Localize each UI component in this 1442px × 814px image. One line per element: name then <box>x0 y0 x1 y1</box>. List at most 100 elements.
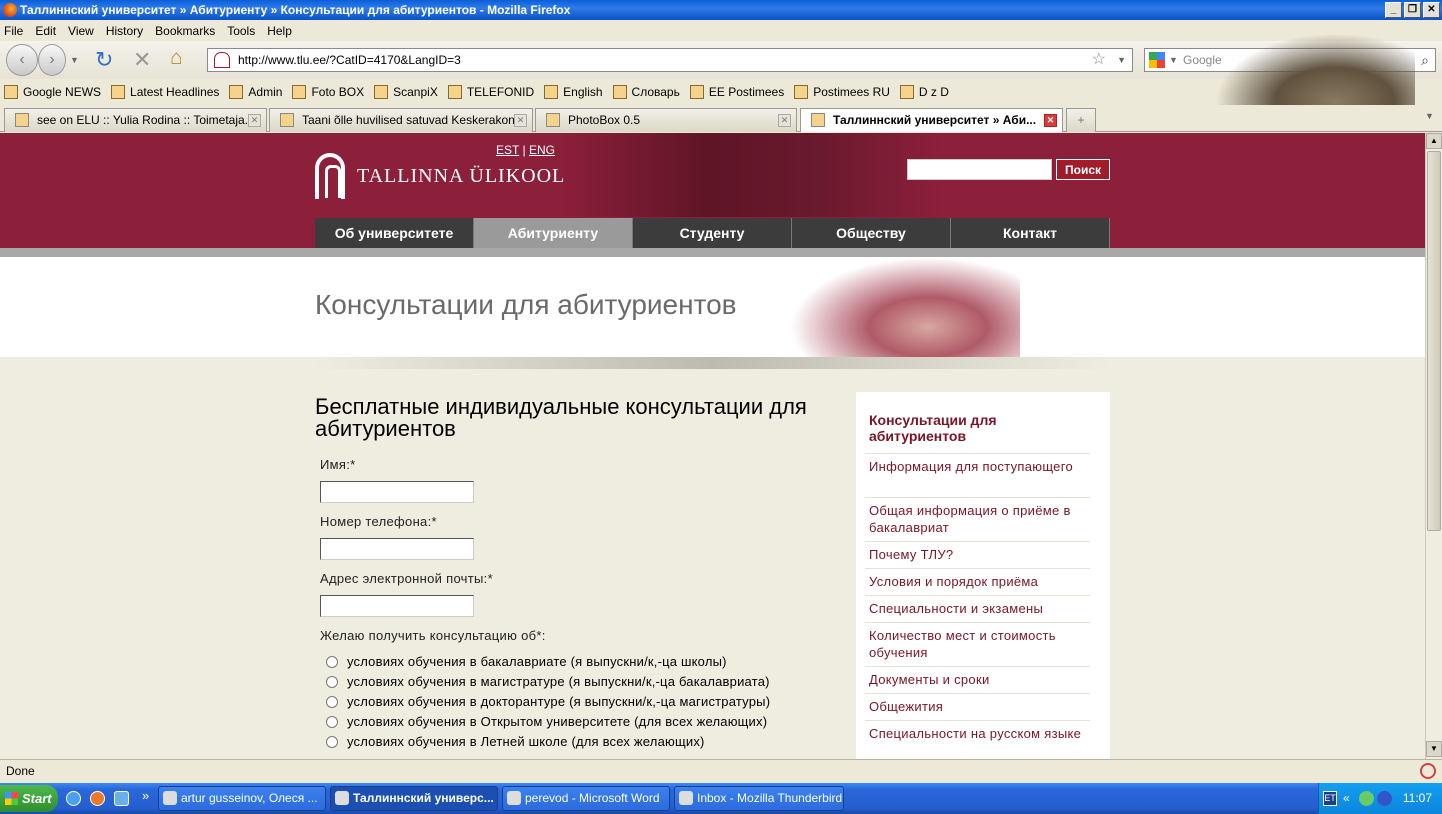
url-dropdown-icon[interactable]: ▼ <box>1117 49 1126 71</box>
phone-input[interactable] <box>320 538 474 560</box>
google-icon[interactable] <box>1149 52 1165 68</box>
name-input[interactable] <box>320 481 474 503</box>
sidebar-item[interactable]: Специальности на русском языке <box>865 720 1090 746</box>
page-viewport: TALLINNA ÜLIKOOL EST | ENG Поиск Об унив… <box>0 133 1425 759</box>
site-search-input[interactable] <box>907 159 1052 180</box>
list-tabs-icon[interactable]: ▼ <box>1425 111 1434 121</box>
close-tab-icon[interactable]: ✕ <box>248 114 261 127</box>
maximize-button[interactable]: ❐ <box>1404 2 1421 18</box>
sidebar-item[interactable]: Общежития <box>865 693 1090 719</box>
search-icon[interactable]: ⌕ <box>1421 49 1429 71</box>
task-firefox[interactable]: Таллиннский универс... <box>330 786 498 811</box>
stop-icon[interactable]: ✕ <box>133 47 151 73</box>
sidebar-item[interactable]: Условия и порядок приёма <box>865 568 1090 594</box>
menu-tools[interactable]: Tools <box>227 24 255 38</box>
vertical-scrollbar[interactable]: ▲ ▼ <box>1425 133 1442 759</box>
tab-taani[interactable]: Taani õlle huvilised satuvad Keskerakon.… <box>269 108 533 132</box>
task-thunderbird[interactable]: Inbox - Mozilla Thunderbird <box>674 786 844 811</box>
site-logo[interactable]: TALLINNA ÜLIKOOL <box>315 153 565 199</box>
bookmark-item[interactable]: Google NEWS <box>4 85 101 99</box>
search-engine-dropdown-icon[interactable]: ▼ <box>1169 49 1178 71</box>
skype-tray-icon[interactable] <box>1359 791 1374 806</box>
tab-elu[interactable]: see on ELU :: Yulia Rodina :: Toimetaja.… <box>4 108 267 132</box>
task-word[interactable]: perevod - Microsoft Word <box>502 786 670 811</box>
back-button[interactable]: ‹ <box>6 44 38 76</box>
option-bachelor[interactable]: условиях обучения в бакалавриате (я выпу… <box>326 654 727 669</box>
sidebar-item[interactable]: Общая информация о приёме в бакалавриат <box>865 497 1090 540</box>
new-tab-button[interactable]: + <box>1066 108 1096 132</box>
history-dropdown-icon[interactable]: ▼ <box>70 55 79 65</box>
language-indicator[interactable]: ET <box>1323 791 1337 806</box>
option-summer-school[interactable]: условиях обучения в Летней школе (для вс… <box>326 734 705 749</box>
banner-photo <box>790 257 1020 357</box>
scroll-thumb[interactable] <box>1427 151 1441 531</box>
option-master[interactable]: условиях обучения в магистратуре (я выпу… <box>326 674 770 689</box>
option-open-university[interactable]: условиях обучения в Открытом университет… <box>326 714 767 729</box>
ie-icon[interactable] <box>66 791 81 806</box>
radio-button[interactable] <box>326 735 338 748</box>
scroll-down-icon[interactable]: ▼ <box>1426 741 1442 757</box>
radio-button[interactable] <box>326 715 338 728</box>
radio-button[interactable] <box>326 675 338 688</box>
home-icon[interactable]: ⌂ <box>170 46 183 70</box>
addon-status-icon[interactable] <box>1420 763 1436 779</box>
quicklaunch-more-icon[interactable]: » <box>142 788 149 803</box>
lang-est-link[interactable]: EST <box>496 143 519 157</box>
close-tab-icon[interactable]: ✕ <box>778 114 791 127</box>
close-tab-icon[interactable]: ✕ <box>514 114 527 127</box>
bookmark-item[interactable]: ScanpiX <box>374 85 438 99</box>
sidebar-item[interactable]: Документы и сроки <box>865 666 1090 692</box>
bookmark-item[interactable]: Словарь <box>612 85 680 99</box>
menu-file[interactable]: File <box>4 24 23 38</box>
sidebar-item[interactable]: Количество мест и стоимость обучения <box>865 622 1090 665</box>
bookmark-item[interactable]: Postimees RU <box>794 85 890 99</box>
tab-photobox[interactable]: PhotoBox 0.5 ✕ <box>535 108 797 132</box>
sidebar-item[interactable]: Почему ТЛУ? <box>865 541 1090 567</box>
nav-society[interactable]: Обществу <box>792 218 951 248</box>
network-tray-icon[interactable] <box>1377 791 1392 806</box>
menu-edit[interactable]: Edit <box>35 24 56 38</box>
tray-expand-icon[interactable]: « <box>1343 783 1350 814</box>
close-tab-icon[interactable]: ✕ <box>1044 114 1057 127</box>
bookmark-item[interactable]: Admin <box>229 85 282 99</box>
bookmark-item[interactable]: Latest Headlines <box>111 85 219 99</box>
firefox-quicklaunch-icon[interactable] <box>90 791 105 806</box>
lang-eng-link[interactable]: ENG <box>529 143 555 157</box>
show-desktop-icon[interactable] <box>114 791 129 806</box>
radio-button[interactable] <box>326 695 338 708</box>
bookmark-item[interactable]: D z D <box>899 85 949 99</box>
forward-button[interactable]: › <box>38 44 66 76</box>
menu-bookmarks[interactable]: Bookmarks <box>155 24 215 38</box>
menu-history[interactable]: History <box>106 24 143 38</box>
scroll-up-icon[interactable]: ▲ <box>1426 133 1442 149</box>
menu-help[interactable]: Help <box>267 24 292 38</box>
url-bar[interactable]: http://www.tlu.ee/?CatID=4170&LangID=3 ☆… <box>207 48 1133 72</box>
task-skype[interactable]: artur gusseinov, Олеся ... <box>158 786 326 811</box>
tab-tlu[interactable]: Таллиннский университет » Аби... ✕ <box>800 108 1063 132</box>
bookmark-item[interactable]: English <box>544 85 603 99</box>
bookmark-item[interactable]: TELEFONID <box>447 85 534 99</box>
sidebar-item[interactable]: Специальности и экзамены <box>865 595 1090 621</box>
nav-applicants[interactable]: Абитуриенту <box>474 218 633 248</box>
menu-view[interactable]: View <box>68 24 94 38</box>
sidebar-heading[interactable]: Консультации для абитуриентов <box>869 412 1095 444</box>
bookmark-star-icon[interactable]: ☆ <box>1092 49 1106 71</box>
sidebar-menu: Консультации для абитуриентов Информация… <box>856 392 1110 759</box>
close-button[interactable]: ✕ <box>1423 2 1440 18</box>
site-header: TALLINNA ÜLIKOOL EST | ENG Поиск Об унив… <box>0 133 1425 248</box>
nav-about[interactable]: Об университете <box>315 218 474 248</box>
email-input[interactable] <box>320 595 474 617</box>
option-doctoral[interactable]: условиях обучения в докторантуре (я выпу… <box>326 694 770 709</box>
sidebar-item[interactable]: Информация для поступающего <box>865 453 1090 479</box>
bookmark-item[interactable]: EE Postimees <box>689 85 784 99</box>
nav-contact[interactable]: Контакт <box>951 218 1110 248</box>
minimize-button[interactable]: _ <box>1385 2 1402 18</box>
start-button[interactable]: Start <box>0 785 58 812</box>
bookmark-item[interactable]: Foto BOX <box>292 85 364 99</box>
firefox-icon <box>3 3 17 17</box>
banner-title: Консультации для абитуриентов <box>315 289 737 320</box>
reload-icon[interactable]: ↻ <box>95 47 113 73</box>
nav-students[interactable]: Студенту <box>633 218 792 248</box>
radio-button[interactable] <box>326 655 338 668</box>
site-search-button[interactable]: Поиск <box>1056 159 1110 180</box>
